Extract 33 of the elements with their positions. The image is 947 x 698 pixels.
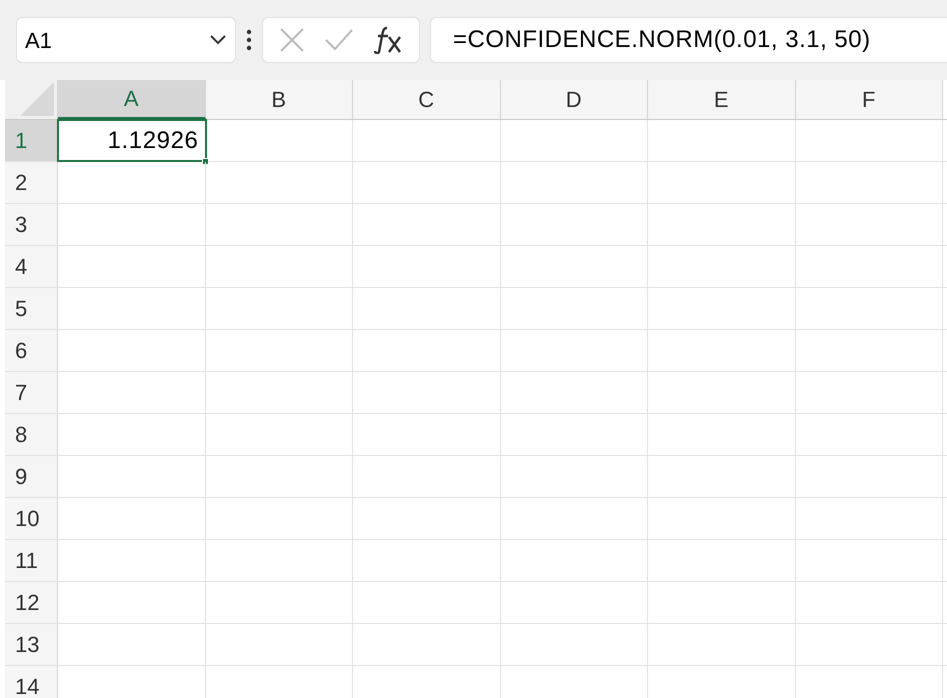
row-header[interactable]: 12 <box>5 582 58 623</box>
row-header[interactable]: 2 <box>5 162 58 203</box>
formula-field[interactable]: =CONFIDENCE.NORM(0.01, 3.1, 50) <box>430 17 947 63</box>
row-header[interactable]: 1 <box>5 120 58 161</box>
fill-handle[interactable] <box>202 158 208 165</box>
check-icon[interactable] <box>324 28 354 52</box>
row-header[interactable]: 4 <box>5 246 58 287</box>
column-header[interactable]: E <box>648 80 796 119</box>
row-header[interactable]: 9 <box>5 456 58 497</box>
column-header[interactable]: C <box>353 80 500 119</box>
column-header[interactable]: D <box>500 80 648 119</box>
select-all-corner[interactable] <box>5 80 58 119</box>
cancel-icon[interactable] <box>278 27 305 53</box>
name-box[interactable]: A1 <box>16 17 236 63</box>
row-header[interactable]: 13 <box>5 624 58 665</box>
row-header[interactable]: 7 <box>5 372 58 413</box>
row-header[interactable]: 5 <box>5 288 58 329</box>
row-header[interactable]: 10 <box>5 498 58 539</box>
column-header[interactable]: B <box>206 80 353 119</box>
row-header[interactable]: 3 <box>5 204 58 245</box>
cell-reference: A1 <box>25 26 52 54</box>
row-header[interactable]: 14 <box>5 666 58 698</box>
table-cell[interactable]: 1.12926 <box>58 120 206 161</box>
function-icon[interactable] <box>373 26 404 54</box>
chevron-down-icon <box>209 34 227 46</box>
row-header[interactable]: 11 <box>5 540 58 581</box>
row-header[interactable]: 8 <box>5 414 58 455</box>
formula-text: =CONFIDENCE.NORM(0.01, 3.1, 50) <box>453 25 871 55</box>
column-header[interactable]: A <box>58 80 206 119</box>
corner-triangle-icon <box>20 82 54 116</box>
row-header[interactable]: 6 <box>5 330 58 371</box>
column-header[interactable]: F <box>796 80 943 119</box>
vertical-dots-icon[interactable] <box>246 29 252 51</box>
